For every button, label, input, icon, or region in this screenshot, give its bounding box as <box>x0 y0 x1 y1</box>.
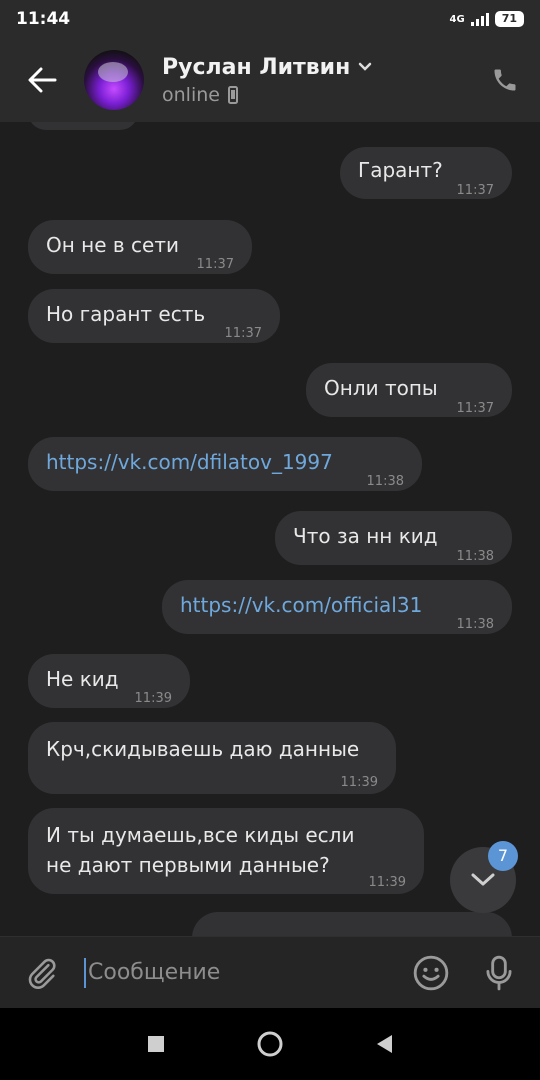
status-time: 11:44 <box>16 9 71 29</box>
message-time: 11:39 <box>134 691 172 706</box>
message-bubble-in[interactable]: Он не в сети 11:37 <box>28 220 252 274</box>
paperclip-icon <box>28 958 56 989</box>
status-indicators: 4G 71 <box>450 11 524 27</box>
text-cursor <box>84 957 86 988</box>
call-button[interactable] <box>470 66 540 94</box>
message-link[interactable]: https://vk.com/official31 <box>180 593 422 617</box>
signal-icon <box>470 12 489 26</box>
message-bubble-out[interactable]: Что за нн кид 11:38 <box>275 511 512 565</box>
message-time: 11:38 <box>456 549 494 564</box>
battery-icon: 71 <box>494 11 524 27</box>
contact-info[interactable]: Руслан Литвин online <box>162 55 470 106</box>
message-link[interactable]: https://vk.com/dfilatov_1997 <box>46 450 333 474</box>
status-bar: 11:44 4G 71 <box>0 0 540 38</box>
phone-icon <box>494 69 516 91</box>
avatar[interactable] <box>84 50 144 110</box>
message-text: Что за нн кид <box>293 524 438 548</box>
message-text: Не кид <box>46 667 119 691</box>
message-time: 11:37 <box>224 326 262 341</box>
message-bubble-in[interactable]: https://vk.com/dfilatov_1997 11:38 <box>28 437 422 491</box>
message-text: Гарант? <box>358 158 443 182</box>
previous-message-bubble <box>28 122 138 130</box>
message-bubble-in[interactable]: Не кид 11:39 <box>28 654 190 708</box>
smile-icon[interactable] <box>412 954 450 992</box>
back-button[interactable] <box>0 38 84 122</box>
recents-icon[interactable] <box>146 1034 166 1054</box>
message-time: 11:38 <box>456 617 494 632</box>
message-composer: Сообщение <box>0 936 540 1008</box>
message-text: Он не в сети <box>46 233 180 257</box>
message-input-placeholder: Сообщение <box>88 960 221 985</box>
system-navigation-bar <box>0 1008 540 1080</box>
message-text: Но гарант есть <box>46 302 206 326</box>
contact-status: online <box>162 83 220 106</box>
home-icon[interactable] <box>256 1030 284 1058</box>
microphone-icon[interactable] <box>484 954 514 992</box>
message-time: 11:37 <box>456 401 494 416</box>
message-bubble-out[interactable]: Гарант? 11:37 <box>340 147 512 199</box>
chevron-down-icon <box>471 873 495 886</box>
message-bubble-in[interactable]: Но гарант есть 11:37 <box>28 289 280 343</box>
chat-header: Руслан Литвин online <box>0 38 540 122</box>
message-bubble-in[interactable]: Крч,скидываешь даю данные 11:39 <box>28 722 396 794</box>
message-time: 11:37 <box>456 183 494 198</box>
back-nav-icon[interactable] <box>374 1033 394 1055</box>
message-time: 11:37 <box>196 257 234 272</box>
message-bubble-out[interactable]: https://vk.com/official31 11:38 <box>162 580 512 634</box>
message-bubble-in[interactable]: И ты думаешь,все киды если не дают первы… <box>28 808 424 894</box>
message-input[interactable]: Сообщение <box>84 953 412 993</box>
chevron-down-icon <box>359 62 372 71</box>
message-text: Крч,скидываешь даю данные <box>46 737 360 761</box>
message-time: 11:39 <box>368 875 406 890</box>
message-time: 11:39 <box>340 775 378 790</box>
unread-badge: 7 <box>488 841 518 871</box>
message-list[interactable]: Гарант? 11:37 Он не в сети 11:37 Но гара… <box>0 122 540 936</box>
attach-button[interactable] <box>0 956 84 990</box>
network-type: 4G <box>449 13 465 25</box>
arrow-left-icon <box>28 67 57 93</box>
mobile-icon <box>227 85 238 104</box>
message-time: 11:38 <box>366 474 404 489</box>
message-bubble-out[interactable] <box>192 912 512 936</box>
contact-name: Руслан Литвин <box>162 54 351 80</box>
message-bubble-out[interactable]: Онли топы 11:37 <box>306 363 512 417</box>
message-text: И ты думаешь,все киды если не дают первы… <box>46 823 355 877</box>
message-text: Онли топы <box>324 376 438 400</box>
